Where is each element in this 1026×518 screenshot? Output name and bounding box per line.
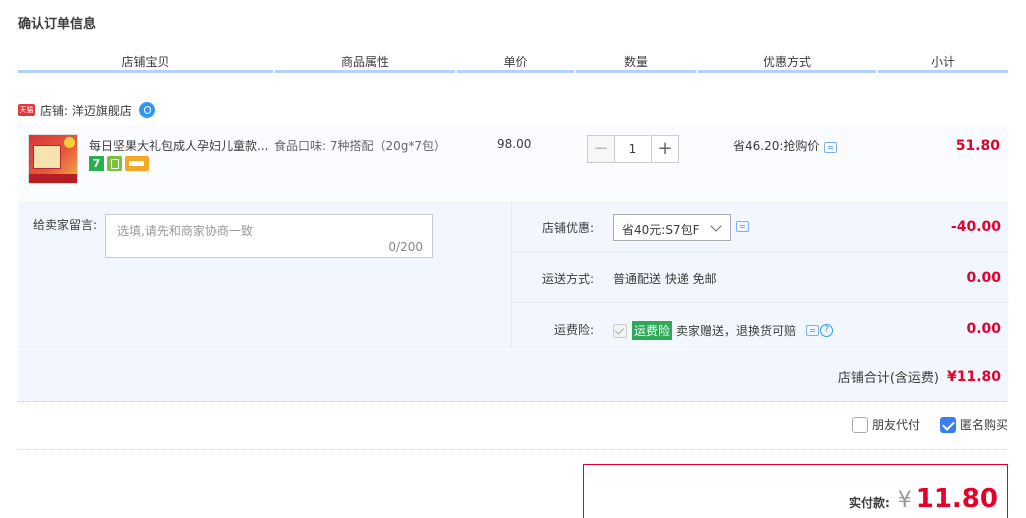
help-icon[interactable]: ? bbox=[820, 324, 834, 337]
column-quantity: 数量 bbox=[623, 55, 648, 69]
order-options-panel: 店铺优惠: 省40元:S7包F -40.00 运送方式: 普通配送 快递 免邮 … bbox=[511, 201, 1009, 349]
unit-price: 98.00 bbox=[497, 137, 532, 151]
shipping-amount: 0.00 bbox=[966, 270, 1001, 286]
insurance-text: 卖家赠送，退换货可赔 bbox=[676, 324, 797, 338]
store-total-label: 店铺合计(含运费) bbox=[837, 371, 939, 386]
column-divider bbox=[457, 70, 574, 73]
seller-message-label: 给卖家留言: bbox=[33, 218, 98, 232]
item-subtotal: 51.80 bbox=[955, 138, 1000, 154]
anonymous-purchase-label: 匿名购买 bbox=[959, 418, 1008, 432]
shop-discount-row: 店铺优惠: 省40元:S7包F -40.00 bbox=[512, 201, 1009, 252]
column-divider bbox=[698, 70, 876, 73]
insurance-tag: 运费险 bbox=[632, 321, 673, 340]
order-detail-panel: 给卖家留言: 选填,请先和商家协商一致 0/200 店铺优惠: 省40元:S7包… bbox=[18, 201, 1009, 349]
insurance-option: 运费险 卖家赠送，退换货可赔 ? bbox=[613, 321, 834, 340]
tmall-badge-icon: 天猫 bbox=[18, 104, 35, 116]
shipping-method: 普通配送 快递 免邮 bbox=[613, 272, 717, 286]
service-icons: 7 bbox=[89, 156, 149, 171]
product-banner-graphic bbox=[29, 174, 77, 183]
seller-message-counter: 0/200 bbox=[388, 240, 423, 254]
product-sticker-graphic bbox=[64, 137, 75, 148]
column-discount: 优惠方式 bbox=[762, 55, 811, 69]
insurance-checkbox[interactable] bbox=[613, 323, 627, 338]
friend-pay-checkbox[interactable] bbox=[851, 416, 868, 433]
product-attribute: 食品口味: 7种搭配（20g*7包） bbox=[274, 139, 447, 153]
friend-pay-option[interactable]: 朋友代付 bbox=[851, 416, 920, 433]
chevron-down-icon bbox=[710, 220, 722, 232]
actual-payment-label: 实付款: bbox=[848, 496, 890, 510]
product-box-graphic bbox=[33, 145, 61, 169]
column-divider bbox=[878, 70, 1008, 73]
store-total-row: 店铺合计(含运费) ¥11.80 bbox=[18, 350, 1008, 402]
store-total: 店铺合计(含运费) ¥11.80 bbox=[837, 367, 1001, 387]
insurance-row: 运费险: 运费险 卖家赠送，退换货可赔 ? 0.00 bbox=[512, 303, 1009, 349]
guarantee-icon[interactable] bbox=[107, 156, 122, 171]
quantity-decrease-button[interactable]: − bbox=[587, 135, 615, 163]
seven-day-return-icon[interactable]: 7 bbox=[89, 156, 104, 171]
actual-payment-box: 实付款: ¥ 11.80 bbox=[583, 464, 1008, 518]
product-title-link[interactable]: 每日坚果大礼包成人孕妇儿童款... bbox=[89, 137, 269, 154]
quantity-input[interactable]: 1 bbox=[615, 135, 650, 163]
column-divider bbox=[18, 70, 273, 73]
shipping-label: 运送方式: bbox=[541, 272, 594, 286]
shop-discount-selected: 省40元:S7包F bbox=[622, 223, 700, 237]
column-attributes: 商品属性 bbox=[340, 55, 389, 69]
insurance-amount: 0.00 bbox=[966, 321, 1001, 337]
product-thumbnail[interactable] bbox=[28, 134, 78, 184]
order-item-row: 每日坚果大礼包成人孕妇儿童款... 7 食品口味: 7种搭配（20g*7包） 9… bbox=[18, 126, 1008, 200]
discount-method: 省46.20:抢购价 bbox=[733, 137, 838, 154]
seller-message-placeholder: 选填,请先和商家协商一致 bbox=[117, 224, 253, 238]
discount-text: 省46.20:抢购价 bbox=[733, 139, 820, 153]
credit-card-icon[interactable] bbox=[125, 156, 149, 171]
insurance-label: 运费险: bbox=[553, 323, 594, 337]
column-header: 店铺宝贝 商品属性 单价 数量 优惠方式 小计 bbox=[18, 53, 1008, 73]
shop-name[interactable]: 店铺: 洋迈旗舰店 bbox=[40, 102, 132, 119]
friend-pay-label: 朋友代付 bbox=[871, 418, 920, 432]
comment-icon[interactable] bbox=[824, 141, 838, 153]
shop-discount-select[interactable]: 省40元:S7包F bbox=[613, 214, 731, 241]
quantity-stepper: − 1 + bbox=[587, 135, 679, 163]
shop-discount-amount: -40.00 bbox=[950, 219, 1001, 235]
quantity-increase-button[interactable]: + bbox=[651, 135, 679, 163]
anonymous-purchase-option[interactable]: 匿名购买 bbox=[939, 416, 1008, 433]
wangwang-chat-icon[interactable] bbox=[138, 102, 155, 118]
seller-message-input[interactable]: 选填,请先和商家协商一致 0/200 bbox=[105, 214, 433, 258]
actual-payment-value: 11.80 bbox=[915, 484, 998, 514]
shop-discount-label: 店铺优惠: bbox=[541, 221, 594, 235]
shop-row: 天猫 店铺: 洋迈旗舰店 bbox=[18, 101, 155, 119]
column-divider bbox=[275, 70, 455, 73]
divider bbox=[18, 449, 1008, 450]
page-title: 确认订单信息 bbox=[18, 17, 97, 32]
shipping-row: 运送方式: 普通配送 快递 免邮 0.00 bbox=[512, 252, 1009, 303]
payment-options: 朋友代付 匿名购买 bbox=[832, 416, 1008, 433]
column-subtotal: 小计 bbox=[930, 55, 955, 69]
store-total-value: ¥11.80 bbox=[946, 368, 1001, 385]
column-unit-price: 单价 bbox=[503, 55, 528, 69]
comment-icon[interactable] bbox=[736, 221, 749, 232]
actual-payment: 实付款: ¥ 11.80 bbox=[849, 484, 998, 514]
anonymous-purchase-checkbox[interactable] bbox=[939, 416, 956, 433]
column-divider bbox=[576, 70, 696, 73]
comment-icon[interactable] bbox=[806, 325, 820, 336]
column-shop-item: 店铺宝贝 bbox=[121, 55, 170, 69]
currency-symbol: ¥ bbox=[897, 488, 912, 513]
